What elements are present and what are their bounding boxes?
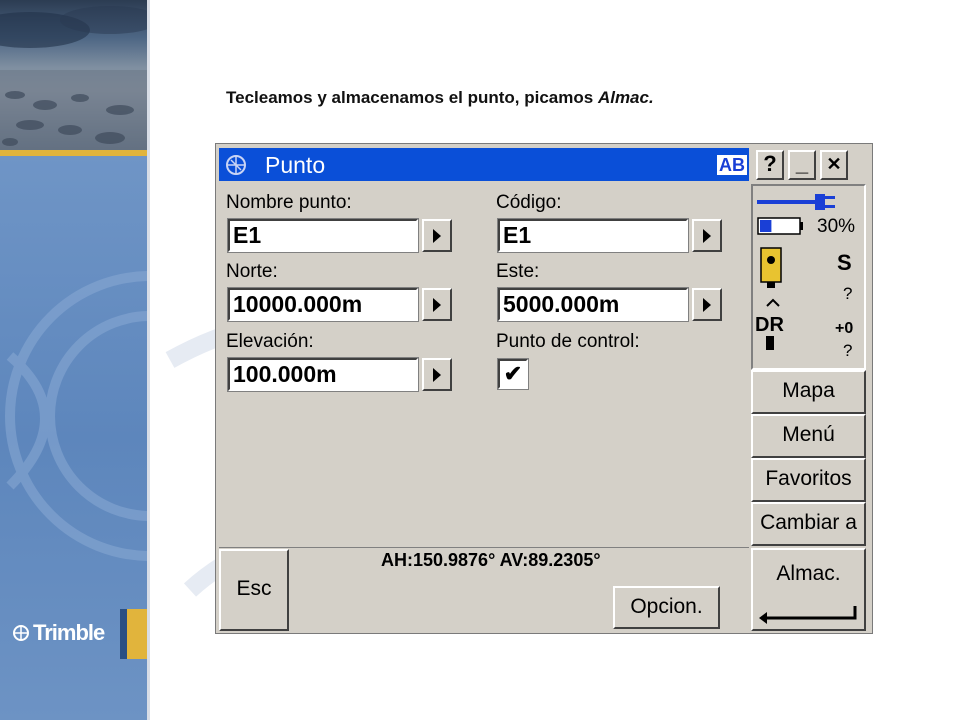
logo-accent-dark	[120, 609, 127, 659]
battery-icon[interactable]	[757, 217, 803, 235]
total-station-icon[interactable]	[760, 247, 782, 288]
angle-readout: AH:150.9876° AV:89.2305°	[381, 550, 601, 570]
help-button[interactable]: ?	[756, 150, 784, 180]
codigo-label: Código:	[496, 192, 562, 213]
slide-caption: Tecleamos y almacenamos el punto, picamo…	[226, 88, 654, 108]
cambiar-button[interactable]: Cambiar a	[751, 502, 866, 546]
este-field[interactable]: 5000.000m	[497, 287, 689, 322]
este-label: Este:	[496, 261, 540, 282]
logo-accent-gold	[127, 609, 147, 659]
codigo-arrow-button[interactable]	[692, 219, 722, 252]
elevacion-field[interactable]: 100.000m	[227, 357, 419, 392]
instrument-code: S	[837, 250, 852, 275]
nombre-label: Nombre punto:	[226, 192, 352, 213]
almac-label: Almac.	[776, 562, 841, 585]
dr-label: DR	[755, 314, 784, 336]
esc-button[interactable]: Esc	[219, 549, 289, 631]
close-button[interactable]: ✕	[820, 150, 848, 180]
codigo-field[interactable]: E1	[497, 218, 689, 253]
caption-text: Tecleamos y almacenamos el punto, picamo…	[226, 88, 598, 107]
caption-emphasis: Almac.	[597, 88, 654, 107]
elevacion-label: Elevación:	[226, 331, 314, 352]
dr-offset: +0	[835, 320, 854, 337]
enter-arrow-icon	[759, 606, 857, 624]
dr-status: ?	[843, 341, 853, 360]
status-panel: 30% S ? DR +0 ?	[751, 184, 866, 370]
norte-field[interactable]: 10000.000m	[227, 287, 419, 322]
logo-text: Trimble	[33, 620, 105, 645]
norte-label: Norte:	[226, 261, 278, 282]
elevacion-arrow-button[interactable]	[422, 358, 452, 391]
survey-app-icon[interactable]	[223, 152, 249, 178]
minimize-button[interactable]: _	[788, 150, 816, 180]
punto-window: Punto AB ? _ ✕ Nombre punto: E1 Código: …	[215, 143, 873, 634]
mapa-button[interactable]: Mapa	[751, 370, 866, 414]
control-label: Punto de control:	[496, 331, 640, 352]
opcion-button[interactable]: Opcion.	[613, 586, 720, 629]
title-bar: Punto AB	[219, 148, 749, 181]
trimble-logo: Trimble	[12, 620, 105, 646]
trimble-globe-icon	[13, 625, 29, 641]
power-plug-icon[interactable]	[757, 194, 835, 210]
este-arrow-button[interactable]	[692, 288, 722, 321]
norte-arrow-button[interactable]	[422, 288, 452, 321]
battery-percent: 30%	[817, 216, 856, 237]
window-title: Punto	[265, 152, 326, 178]
menu-button[interactable]: Menú	[751, 414, 866, 458]
input-mode-indicator[interactable]: AB	[717, 155, 747, 175]
nombre-field[interactable]: E1	[227, 218, 419, 253]
landscape-photo	[0, 0, 147, 150]
nombre-arrow-button[interactable]	[422, 219, 452, 252]
control-checkbox[interactable]: ✔	[497, 358, 529, 390]
instrument-status: ?	[843, 284, 853, 303]
almac-button[interactable]: Almac.	[751, 548, 866, 631]
slide-side-band: Trimble	[0, 0, 147, 720]
favoritos-button[interactable]: Favoritos	[751, 458, 866, 502]
